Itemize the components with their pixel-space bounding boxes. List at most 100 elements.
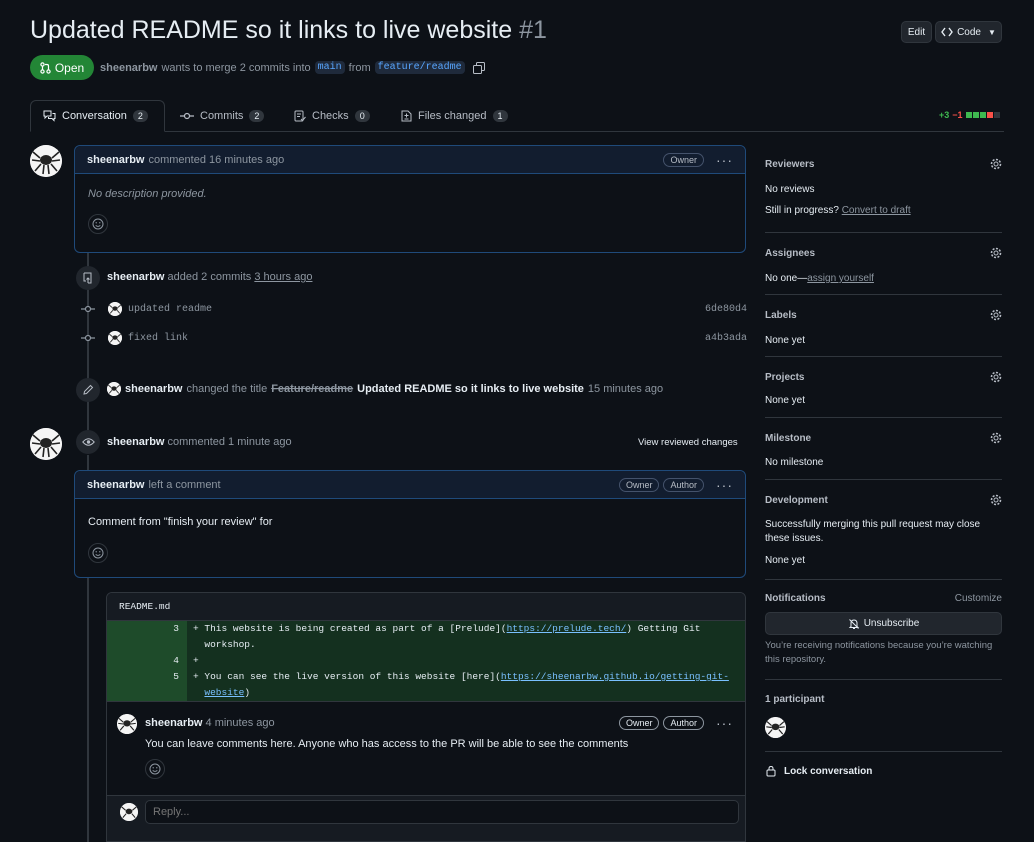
divider [765, 232, 1002, 233]
comment-author[interactable]: sheenarbw [145, 717, 202, 729]
add-reaction-button[interactable] [145, 759, 165, 779]
timeline-line [87, 578, 89, 842]
kebab-menu-icon[interactable]: ··· [716, 152, 733, 168]
spider-avatar-icon [30, 145, 62, 177]
commit-sha[interactable]: a4b3ada [705, 333, 747, 344]
development-text: Successfully merging this pull request m… [765, 519, 981, 544]
comment-author[interactable]: sheenarbw [87, 154, 144, 166]
kebab-menu-icon[interactable]: ··· [716, 477, 733, 493]
file-diff-icon [401, 110, 412, 122]
commit-sha[interactable]: 6de80d4 [705, 304, 747, 315]
gear-icon[interactable] [990, 247, 1002, 259]
diff-link[interactable]: https://prelude.tech/ [507, 623, 627, 634]
pencil-icon [83, 384, 94, 395]
owner-badge: Owner [618, 477, 660, 492]
add-reaction-button[interactable] [88, 543, 108, 563]
event-time[interactable]: 15 minutes ago [588, 383, 663, 395]
new-title: Updated README so it links to live websi… [357, 383, 584, 395]
event-time-link[interactable]: 3 hours ago [254, 271, 312, 283]
merge-info: sheenarbw wants to merge 2 commits into … [100, 61, 485, 74]
tab-count: 2 [249, 110, 265, 122]
tab-commits[interactable]: Commits 2 [168, 100, 276, 132]
timeline-badge [76, 378, 100, 402]
reply-area [107, 796, 745, 841]
chevron-down-icon: ▼ [987, 27, 996, 37]
comment-body: Comment from "finish your review" for [88, 516, 273, 528]
convert-to-draft-link[interactable]: Convert to draft [842, 205, 911, 216]
comment-time[interactable]: 4 minutes ago [206, 717, 275, 729]
event-author[interactable]: sheenarbw [125, 383, 182, 395]
tab-files-changed[interactable]: Files changed 1 [389, 100, 520, 132]
diffstat-block [979, 112, 986, 118]
commit-message[interactable]: updated readme [128, 304, 212, 315]
head-branch[interactable]: feature/readme [374, 61, 465, 74]
comment-author[interactable]: sheenarbw [87, 479, 144, 491]
commits-event: sheenarbw added 2 commits 3 hours ago [107, 271, 313, 283]
event-author[interactable]: sheenarbw [107, 436, 164, 448]
page-title: Updated README so it links to live websi… [30, 16, 547, 45]
diffstat-block [972, 112, 979, 118]
diff-line: 5 + You can see the live version of this… [107, 669, 745, 685]
lock-conversation-button[interactable]: Lock conversation [765, 765, 872, 777]
smiley-icon [92, 547, 104, 559]
avatar[interactable] [108, 302, 122, 316]
pr-title: Updated README so it links to live websi… [30, 16, 513, 44]
kebab-menu-icon[interactable]: ··· [716, 715, 733, 731]
copy-icon[interactable] [472, 61, 485, 74]
event-author[interactable]: sheenarbw [107, 271, 164, 283]
avatar[interactable] [117, 714, 137, 734]
gear-icon[interactable] [990, 432, 1002, 444]
diff-file-header: README.md [107, 593, 745, 621]
status-badge: Open [30, 55, 94, 80]
review-thread: README.md 3 + This website is being crea… [106, 592, 746, 842]
gear-icon[interactable] [990, 309, 1002, 321]
thread-comment-badges: Owner Author ··· [618, 715, 733, 731]
diffstat-deletions: −1 [952, 110, 963, 120]
owner-badge: Owner [663, 152, 704, 167]
tab-conversation[interactable]: Conversation 2 [30, 100, 165, 132]
smiley-icon [92, 218, 104, 230]
participant-avatar[interactable] [765, 717, 786, 738]
author-badge: Author [663, 716, 704, 730]
unsubscribe-button[interactable]: Unsubscribe [765, 612, 1002, 635]
commit-message[interactable]: fixed link [128, 333, 188, 344]
diff-file-name[interactable]: README.md [119, 601, 170, 612]
avatar[interactable] [30, 145, 62, 177]
assignees-value: No one— [765, 273, 808, 284]
labels-section: Labels None yet [765, 309, 1002, 346]
section-heading: Reviewers [765, 158, 815, 170]
timeline-badge [76, 266, 100, 290]
add-reaction-button[interactable] [88, 214, 108, 234]
bell-slash-icon [848, 618, 859, 629]
rename-event: sheenarbw changed the title Feature/read… [107, 382, 663, 396]
avatar[interactable] [30, 428, 62, 460]
code-button[interactable]: Code ▼ [935, 21, 1002, 43]
comment-body: You can leave comments here. Anyone who … [145, 738, 629, 750]
edit-button[interactable]: Edit [901, 21, 932, 43]
commit-icon [180, 112, 194, 120]
gear-icon[interactable] [990, 494, 1002, 506]
gear-icon[interactable] [990, 371, 1002, 383]
pr-author-link[interactable]: sheenarbw [100, 62, 157, 74]
diffstat-block [965, 112, 972, 118]
assign-yourself-link[interactable]: assign yourself [807, 273, 874, 284]
code-icon [941, 27, 953, 37]
repo-push-icon [83, 272, 92, 284]
diffstat: +3 −1 [939, 110, 1000, 120]
divider [765, 751, 1002, 752]
tab-checks[interactable]: Checks 0 [282, 100, 382, 132]
avatar[interactable] [108, 331, 122, 345]
base-branch[interactable]: main [314, 61, 345, 74]
development-section: Development Successfully merging this pu… [765, 494, 1002, 566]
diff-link[interactable]: website [204, 687, 244, 698]
reply-input[interactable] [145, 800, 739, 824]
reviewers-section: Reviewers No reviews Still in progress? … [765, 158, 1002, 216]
view-reviewed-changes-link[interactable]: View reviewed changes [638, 437, 738, 448]
gear-icon[interactable] [990, 158, 1002, 170]
divider [765, 294, 1002, 295]
diff-link[interactable]: https://sheenarbw.github.io/getting-git- [501, 671, 729, 682]
development-value: None yet [765, 555, 806, 566]
avatar[interactable] [107, 382, 121, 396]
customize-link[interactable]: Customize [955, 593, 1002, 604]
notifications-text: You’re receiving notifications because y… [765, 640, 993, 665]
